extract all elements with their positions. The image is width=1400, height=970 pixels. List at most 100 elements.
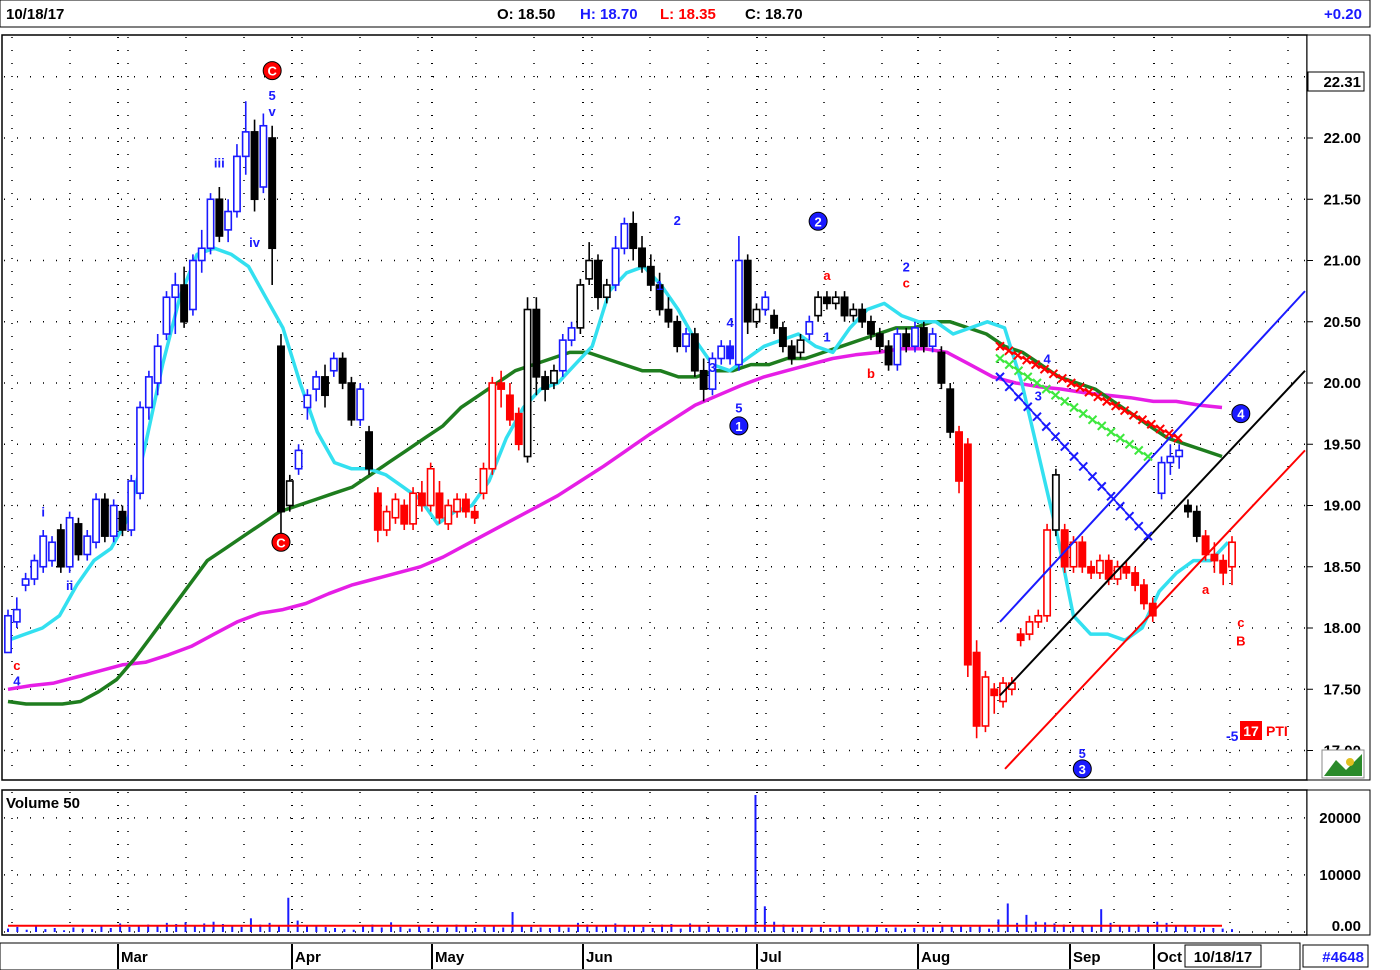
wave-label: ii bbox=[66, 578, 73, 593]
candle-body bbox=[955, 431, 963, 482]
candle bbox=[259, 113, 268, 194]
wave-label: 5 bbox=[1079, 746, 1086, 761]
candle bbox=[136, 401, 145, 500]
wave-label-text: 5 bbox=[1079, 746, 1086, 761]
candle-body bbox=[523, 308, 532, 458]
candle-body bbox=[1016, 633, 1025, 642]
pti-value: 17 bbox=[1243, 723, 1259, 739]
candle-body bbox=[805, 320, 814, 335]
candle-body bbox=[479, 467, 488, 495]
price-pane[interactable] bbox=[1, 34, 1308, 781]
candle bbox=[74, 517, 83, 561]
wave-label-text: C bbox=[267, 64, 277, 79]
candle-body bbox=[365, 431, 374, 470]
candle-body bbox=[1051, 474, 1060, 531]
wave-label: 1 bbox=[729, 416, 749, 436]
counter-label: #4648 bbox=[1322, 949, 1364, 966]
candle-body bbox=[796, 339, 805, 354]
candle bbox=[206, 193, 215, 255]
month-label: Aug bbox=[921, 949, 950, 966]
candle-body bbox=[206, 198, 215, 250]
candle-body bbox=[611, 247, 620, 286]
candle-body bbox=[100, 498, 109, 537]
candle-body bbox=[928, 333, 937, 348]
candle bbox=[1157, 456, 1166, 500]
wave-label-text: 2 bbox=[815, 214, 822, 229]
candle-body bbox=[127, 480, 136, 531]
candle-body bbox=[1122, 565, 1131, 574]
wave-label: C bbox=[271, 532, 291, 552]
candle bbox=[937, 346, 946, 390]
candle-body bbox=[153, 345, 162, 384]
candle-body bbox=[541, 376, 550, 390]
candle-body bbox=[602, 284, 611, 299]
wave-label-text: c bbox=[903, 276, 910, 291]
candle-body bbox=[840, 296, 849, 317]
candle-body bbox=[162, 296, 171, 335]
candle-body bbox=[400, 504, 409, 525]
volume-pane[interactable] bbox=[1, 789, 1308, 936]
candle-body bbox=[787, 345, 796, 360]
candle-body bbox=[743, 259, 752, 323]
last-price-label: 22.31 bbox=[1323, 74, 1361, 91]
candle-body bbox=[12, 608, 21, 623]
wave-label-text: C bbox=[276, 535, 286, 550]
candle bbox=[56, 523, 65, 573]
candle-body bbox=[505, 394, 514, 421]
wave-label: a bbox=[1202, 582, 1210, 597]
chart-window: 10/18/17 O: 18.50 H: 18.70 L: 18.35 C: 1… bbox=[0, 0, 1400, 970]
candle-body bbox=[963, 443, 972, 666]
candle bbox=[426, 462, 435, 512]
candle-body bbox=[118, 510, 127, 531]
candle-body bbox=[752, 308, 761, 323]
wave-label-text: c bbox=[13, 658, 20, 673]
candle-body bbox=[426, 467, 435, 507]
price-tick-label: 18.00 bbox=[1323, 620, 1361, 637]
wave-label-text: 4 bbox=[13, 674, 21, 689]
candle-body bbox=[893, 333, 902, 366]
candle bbox=[1078, 536, 1087, 573]
header-change: +0.20 bbox=[1324, 6, 1362, 23]
candle-body bbox=[382, 510, 391, 531]
candle-body bbox=[338, 357, 347, 384]
candle-body bbox=[347, 382, 356, 421]
wave-label: 4 bbox=[726, 315, 734, 330]
candle-body bbox=[136, 406, 145, 495]
candle-body bbox=[391, 498, 400, 519]
candle-body bbox=[321, 376, 329, 397]
wave-label-text: 4 bbox=[1043, 352, 1051, 367]
candle-body bbox=[761, 296, 770, 311]
candle bbox=[981, 670, 990, 733]
candle-body bbox=[1078, 541, 1087, 568]
header-date: 10/18/17 bbox=[6, 6, 64, 23]
candle-body bbox=[435, 492, 444, 519]
candle-body bbox=[277, 345, 285, 513]
candle bbox=[479, 462, 488, 500]
wave-label-text: iv bbox=[249, 235, 261, 250]
candle-body bbox=[1131, 572, 1140, 586]
candle-body bbox=[664, 308, 673, 323]
candle-body bbox=[814, 296, 823, 317]
candle bbox=[338, 352, 347, 390]
candle-body bbox=[285, 480, 294, 507]
candle-body bbox=[241, 131, 250, 158]
wave-label: 3 bbox=[709, 360, 716, 375]
candle-body bbox=[180, 284, 189, 323]
candle-body bbox=[197, 247, 206, 262]
candle-body bbox=[638, 247, 646, 268]
candle-body bbox=[558, 339, 567, 372]
candle bbox=[127, 474, 136, 537]
candle-body bbox=[822, 296, 831, 305]
candle-body bbox=[444, 504, 453, 525]
candle-body bbox=[849, 308, 858, 317]
candle-body bbox=[1034, 614, 1043, 623]
candle-body bbox=[39, 535, 48, 568]
candle-body bbox=[594, 259, 602, 299]
candle-body bbox=[171, 284, 180, 299]
candle bbox=[92, 493, 101, 549]
price-tick-label: 18.50 bbox=[1323, 559, 1361, 576]
chart-settings-icon[interactable] bbox=[1321, 749, 1365, 779]
candle-body bbox=[567, 327, 576, 341]
candle bbox=[109, 499, 118, 543]
candle bbox=[409, 487, 418, 530]
